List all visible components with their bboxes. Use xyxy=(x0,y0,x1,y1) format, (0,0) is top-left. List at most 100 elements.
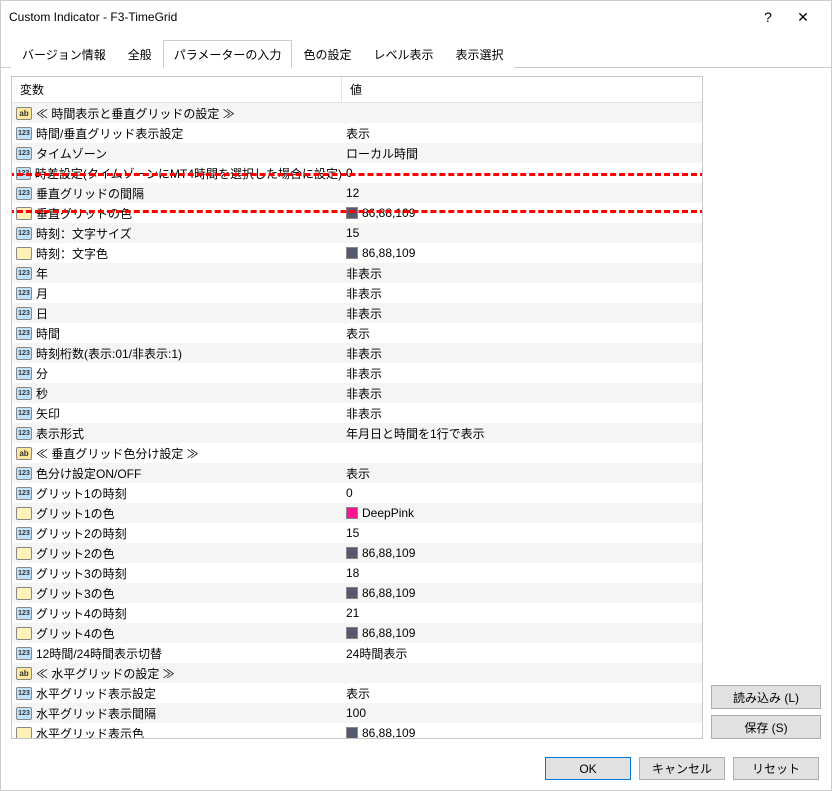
table-row[interactable]: 水平グリッド表示色 86,88,109 xyxy=(12,723,702,738)
cancel-button[interactable]: キャンセル xyxy=(639,757,725,780)
table-row[interactable]: 123 色分け設定ON/OFF 表示 xyxy=(12,463,702,483)
color-type-icon xyxy=(16,627,32,640)
param-name: 分 xyxy=(36,365,48,382)
number-type-icon: 123 xyxy=(16,427,32,440)
number-type-icon: 123 xyxy=(16,407,32,420)
table-row[interactable]: 時刻：文字色86,88,109 xyxy=(12,243,702,263)
close-button[interactable]: ✕ xyxy=(783,1,823,33)
param-name: グリット2の時刻 xyxy=(36,525,127,542)
reset-button[interactable]: リセット xyxy=(733,757,819,780)
number-type-icon: 123 xyxy=(16,647,32,660)
param-name: 表示形式 xyxy=(36,425,84,442)
param-name: ≪ 時間表示と垂直グリッドの設定 ≫ xyxy=(36,105,235,122)
param-name: ≪ 垂直グリッド色分け設定 ≫ xyxy=(36,445,199,462)
param-value: 86,88,109 xyxy=(362,626,415,640)
table-row[interactable]: 垂直グリットの色86,88,109 xyxy=(12,203,702,223)
table-row[interactable]: 123表示形式年月日と時間を1行で表示 xyxy=(12,423,702,443)
table-row[interactable]: 123分非表示 xyxy=(12,363,702,383)
tab-colors[interactable]: 色の設定 xyxy=(292,40,362,68)
color-swatch xyxy=(346,547,358,559)
param-name: 時間 xyxy=(36,325,60,342)
tab-parameters[interactable]: パラメーターの入力 xyxy=(163,40,293,68)
tab-version[interactable]: バージョン情報 xyxy=(11,40,117,68)
table-row[interactable]: グリット1の色 DeepPink xyxy=(12,503,702,523)
color-type-icon xyxy=(16,247,32,260)
table-row[interactable]: 123水平グリッド表示間隔100 xyxy=(12,703,702,723)
param-name: 水平グリッド表示色 xyxy=(36,725,144,739)
table-row[interactable]: ab≪ 時間表示と垂直グリッドの設定 ≫ xyxy=(12,103,702,123)
param-value: 非表示 xyxy=(346,405,382,422)
param-value: 21 xyxy=(346,606,359,620)
table-row[interactable]: 123時刻桁数(表示:01/非表示:1)非表示 xyxy=(12,343,702,363)
table-row[interactable]: グリット4の色86,88,109 xyxy=(12,623,702,643)
param-name: 水平グリッド表示間隔 xyxy=(36,705,156,722)
ok-button[interactable]: OK xyxy=(545,757,631,780)
color-type-icon xyxy=(16,587,32,600)
color-swatch xyxy=(346,207,358,219)
param-name: 月 xyxy=(36,285,48,302)
number-type-icon: 123 xyxy=(16,127,32,140)
table-row[interactable]: 123時差設定(タイムゾーンにMT4時間を選択した場合に設定)0 xyxy=(12,163,702,183)
param-value: DeepPink xyxy=(362,506,414,520)
table-row[interactable]: 123秒非表示 xyxy=(12,383,702,403)
table-row[interactable]: 123時間/垂直グリッド表示設定表示 xyxy=(12,123,702,143)
param-name: 時間/垂直グリッド表示設定 xyxy=(36,125,183,142)
tab-display[interactable]: 表示選択 xyxy=(444,40,514,68)
param-value: 非表示 xyxy=(346,285,382,302)
table-row[interactable]: 123グリット4の時刻21 xyxy=(12,603,702,623)
param-value: 非表示 xyxy=(346,345,382,362)
number-type-icon: 123 xyxy=(16,287,32,300)
number-type-icon: 123 xyxy=(16,467,32,480)
table-row[interactable]: 123タイムゾーンローカル時間 xyxy=(12,143,702,163)
number-type-icon: 123 xyxy=(16,527,32,540)
table-row[interactable]: ab≪ 垂直グリッド色分け設定 ≫ xyxy=(12,443,702,463)
table-row[interactable]: グリット2の色86,88,109 xyxy=(12,543,702,563)
text-type-icon: ab xyxy=(16,667,32,680)
param-value: 表示 xyxy=(346,465,370,482)
param-value: 表示 xyxy=(346,325,370,342)
help-button[interactable]: ? xyxy=(753,1,783,33)
table-row[interactable]: 123 月 非表示 xyxy=(12,283,702,303)
table-row[interactable]: ab≪ 水平グリッドの設定 ≫ xyxy=(12,663,702,683)
table-row[interactable]: 123グリット2の時刻15 xyxy=(12,523,702,543)
header-variable[interactable]: 変数 xyxy=(12,77,342,102)
param-name: 時刻：文字色 xyxy=(36,245,108,262)
number-type-icon: 123 xyxy=(16,707,32,720)
table-row[interactable]: 123時間表示 xyxy=(12,323,702,343)
table-row[interactable]: 123グリット1の時刻0 xyxy=(12,483,702,503)
window-title: Custom Indicator - F3-TimeGrid xyxy=(9,10,753,24)
param-value: 24時間表示 xyxy=(346,645,407,662)
footer: OK キャンセル リセット xyxy=(1,747,831,790)
param-name: 矢印 xyxy=(36,405,60,422)
param-name: グリット1の時刻 xyxy=(36,485,127,502)
tab-levels[interactable]: レベル表示 xyxy=(362,40,444,68)
load-button[interactable]: 読み込み (L) xyxy=(711,685,821,709)
param-name: 色分け設定ON/OFF xyxy=(36,465,141,482)
color-type-icon xyxy=(16,727,32,739)
header-value[interactable]: 値 xyxy=(342,77,702,102)
parameter-grid: 変数 値 ab≪ 時間表示と垂直グリッドの設定 ≫123時間/垂直グリッド表示設… xyxy=(11,76,703,739)
param-value: 86,88,109 xyxy=(362,726,415,738)
grid-body[interactable]: ab≪ 時間表示と垂直グリッドの設定 ≫123時間/垂直グリッド表示設定表示12… xyxy=(12,103,702,738)
table-row[interactable]: 123水平グリッド表示設定表示 xyxy=(12,683,702,703)
color-swatch xyxy=(346,507,358,519)
table-row[interactable]: グリット3の色86,88,109 xyxy=(12,583,702,603)
param-value: 18 xyxy=(346,566,359,580)
save-button[interactable]: 保存 (S) xyxy=(711,715,821,739)
table-row[interactable]: 123日非表示 xyxy=(12,303,702,323)
table-row[interactable]: 123垂直グリッドの間隔12 xyxy=(12,183,702,203)
param-name: 水平グリッド表示設定 xyxy=(36,685,156,702)
param-value: 86,88,109 xyxy=(362,546,415,560)
table-row[interactable]: 12312時間/24時間表示切替24時間表示 xyxy=(12,643,702,663)
color-swatch xyxy=(346,727,358,738)
table-row[interactable]: 123時刻：文字サイズ15 xyxy=(12,223,702,243)
table-row[interactable]: 123年非表示 xyxy=(12,263,702,283)
number-type-icon: 123 xyxy=(16,147,32,160)
param-value: 非表示 xyxy=(346,365,382,382)
tab-general[interactable]: 全般 xyxy=(117,40,163,68)
param-name: グリット1の色 xyxy=(36,505,115,522)
color-type-icon xyxy=(16,547,32,560)
param-name: 垂直グリッドの間隔 xyxy=(36,185,144,202)
table-row[interactable]: 123 矢印 非表示 xyxy=(12,403,702,423)
table-row[interactable]: 123グリット3の時刻18 xyxy=(12,563,702,583)
